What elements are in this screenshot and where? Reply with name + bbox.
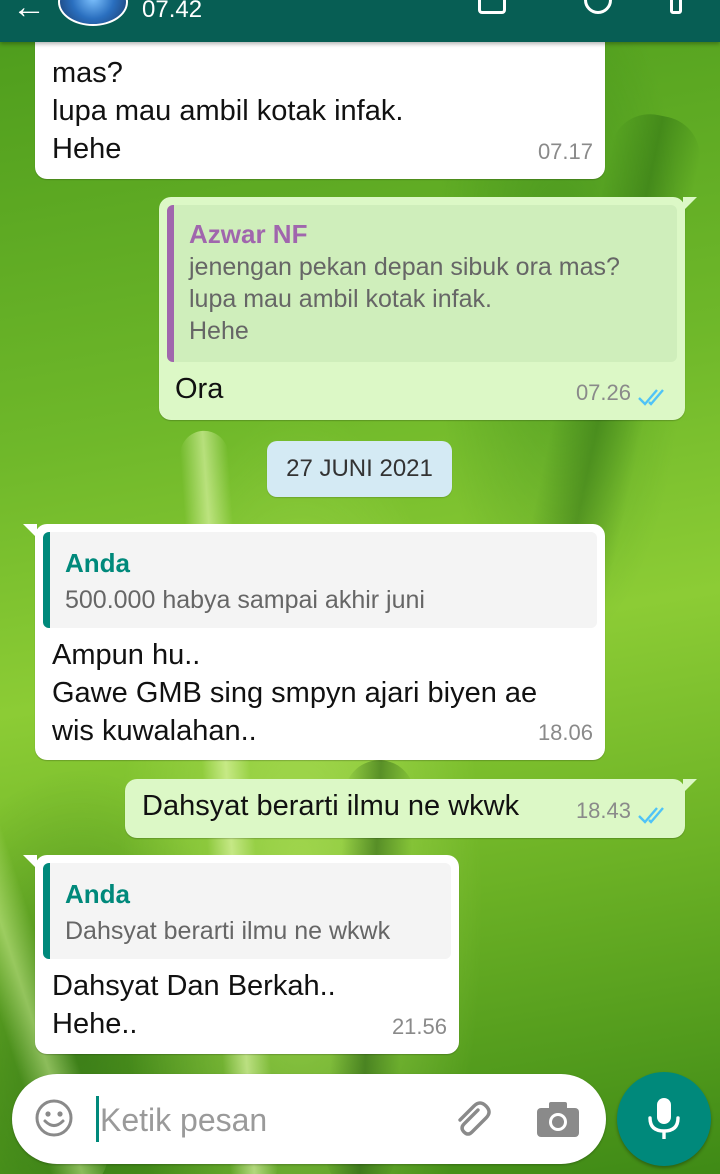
quote-author: Azwar NF bbox=[189, 219, 308, 249]
message-bubble-outgoing[interactable]: Dahsyat berarti ilmu ne wkwk 18.43 bbox=[125, 779, 697, 838]
reply-quote[interactable]: Anda 500.000 habya sampai akhir juni bbox=[43, 532, 597, 628]
quote-text: Dahsyat berarti ilmu ne wkwk bbox=[65, 917, 391, 945]
message-bubble-incoming[interactable]: Anda 500.000 habya sampai akhir juni Amp… bbox=[23, 524, 605, 760]
message-input[interactable] bbox=[98, 1094, 432, 1146]
quote-bar bbox=[43, 532, 50, 628]
message-text: mas? lupa mau ambil kotak infak. Hehe bbox=[52, 57, 404, 165]
message-text: Dahsyat Dan Berkah.. Hehe.. bbox=[52, 970, 336, 1040]
date-separator: 27 JUNI 2021 bbox=[267, 441, 452, 497]
message-time: 07.26 bbox=[575, 380, 631, 405]
quote-text: jenengan pekan depan sibuk ora mas? lupa… bbox=[189, 253, 620, 345]
quote-author: Anda bbox=[65, 879, 130, 909]
chat-header: ← 07.42 bbox=[0, 0, 720, 42]
header-subtitle: 07.42 bbox=[142, 0, 203, 23]
message-bubble-incoming[interactable]: mas? lupa mau ambil kotak infak. Hehe 07… bbox=[35, 30, 605, 179]
reply-quote[interactable]: Anda Dahsyat berarti ilmu ne wkwk bbox=[43, 863, 451, 959]
message-time: 18.06 bbox=[537, 720, 593, 745]
quote-bar bbox=[43, 863, 50, 959]
message-text: Dahsyat berarti ilmu ne wkwk bbox=[142, 790, 520, 822]
message-bubble-outgoing[interactable]: Azwar NF jenengan pekan depan sibuk ora … bbox=[159, 197, 697, 420]
quote-bar bbox=[167, 205, 174, 362]
message-bubble-incoming[interactable]: Anda Dahsyat berarti ilmu ne wkwk Dahsya… bbox=[23, 855, 459, 1054]
quote-author: Anda bbox=[65, 548, 130, 578]
message-time: 18.43 bbox=[575, 798, 631, 823]
menu-icon[interactable] bbox=[670, 0, 682, 14]
emoji-icon[interactable] bbox=[34, 1098, 74, 1138]
back-arrow-icon[interactable]: ← bbox=[12, 0, 46, 27]
quote-text: 500.000 habya sampai akhir juni bbox=[65, 586, 425, 614]
message-text: Ora bbox=[175, 373, 224, 405]
microphone-button[interactable] bbox=[617, 1072, 711, 1166]
message-time: 21.56 bbox=[391, 1014, 447, 1039]
double-check-icon bbox=[638, 807, 664, 824]
message-composer bbox=[12, 1074, 606, 1164]
microphone-icon bbox=[648, 1098, 680, 1139]
camera-icon[interactable] bbox=[534, 1098, 582, 1140]
double-check-icon bbox=[638, 389, 664, 406]
message-time: 07.17 bbox=[537, 139, 593, 164]
video-call-icon[interactable] bbox=[478, 0, 506, 14]
reply-quote[interactable]: Azwar NF jenengan pekan depan sibuk ora … bbox=[167, 205, 677, 362]
message-text: Ampun hu.. Gawe GMB sing smpyn ajari biy… bbox=[52, 639, 538, 747]
contact-avatar[interactable] bbox=[58, 0, 128, 26]
voice-call-icon[interactable] bbox=[584, 0, 612, 14]
paperclip-icon[interactable] bbox=[448, 1096, 496, 1144]
